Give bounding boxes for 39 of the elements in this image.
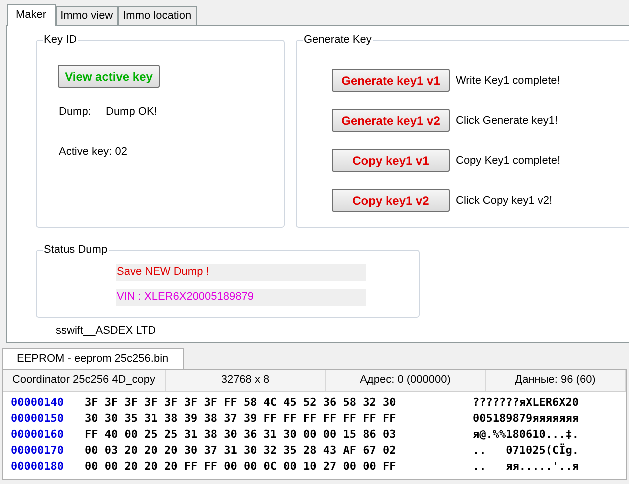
dump-label: Dump: [59, 105, 92, 120]
group-title: Generate Key [303, 33, 373, 47]
hex-bytes: 00 03 20 20 20 30 37 31 30 32 35 28 43 AF 67 02 [85, 443, 398, 459]
tab[interactable]: Immo view [56, 6, 118, 25]
hex-address: 00000180 [11, 459, 65, 475]
status-message: Click Generate key1! [456, 114, 558, 129]
hex-address: 00000170 [11, 443, 65, 459]
status-message: Copy Key1 complete! [456, 154, 561, 169]
status-cell: Данные: 96 (60) [486, 370, 626, 391]
key-button[interactable]: Generate key1 v2 [332, 109, 450, 132]
dump-status: Dump OK! [106, 105, 158, 120]
hex-address: 00000150 [11, 411, 65, 427]
tab[interactable]: Immo location [118, 6, 197, 25]
hex-address: 00000140 [11, 395, 65, 411]
tab[interactable]: Maker [7, 4, 56, 26]
hex-bytes: 30 30 35 31 38 39 38 37 39 FF FF FF FF FF FF FF [85, 411, 398, 427]
hex-ascii: ???????яXLER6X20 [473, 395, 579, 411]
editor-tab[interactable]: EEPROM - eeprom 25c256.bin [2, 348, 184, 369]
active-key-text: Active key: 02 [59, 145, 128, 160]
hex-ascii: я@.%%180610...‡. [473, 427, 579, 443]
status-cell: Адрес: 0 (000000) [326, 370, 486, 391]
group-title: Status Dump [43, 243, 109, 257]
footer-text: sswift__ASDEX LTD [56, 324, 156, 339]
status-cell: 32768 x 8 [166, 370, 326, 391]
view-active-key-button[interactable]: View active key [58, 65, 160, 88]
hex-ascii: .. яя.....'..я [473, 459, 579, 475]
status-message: Write Key1 complete! [456, 74, 560, 89]
hex-ascii: .. 071025(CЇg. [473, 443, 579, 459]
hex-bytes: FF 40 00 25 25 31 38 30 36 31 30 00 00 15 86 03 [85, 427, 398, 443]
hex-ascii: 005189879яяяяяяя [473, 411, 579, 427]
key-button[interactable]: Copy key1 v1 [332, 149, 450, 172]
status-message: Click Copy key1 v2! [456, 194, 553, 209]
hex-address: 00000160 [11, 427, 65, 443]
hex-bytes: 3F 3F 3F 3F 3F 3F 3F FF 58 4C 45 52 36 58 32 30 [85, 395, 398, 411]
key-button[interactable]: Copy key1 v2 [332, 189, 450, 212]
status-cell: Coordinator 25c256 4D_copy [3, 370, 166, 391]
hex-bytes: 00 00 20 20 20 FF FF 00 00 0C 00 10 27 00 00 FF [85, 459, 398, 475]
group-title: Key ID [43, 33, 78, 47]
key-button[interactable]: Generate key1 v1 [332, 69, 450, 92]
